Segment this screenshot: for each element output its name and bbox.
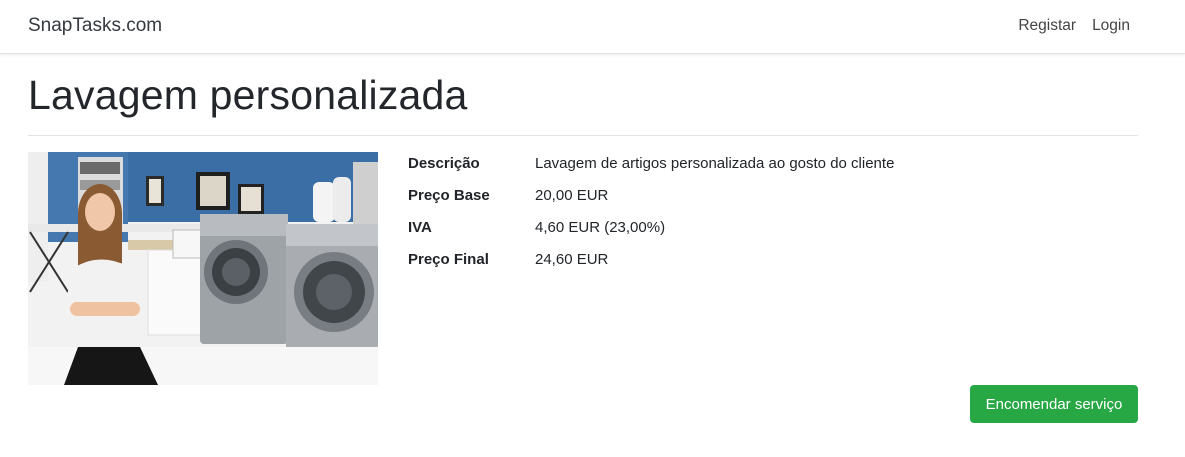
detail-value: 24,60 EUR (535, 251, 609, 268)
detail-value: 4,60 EUR (23,00%) (535, 219, 666, 236)
detail-value: Lavagem de artigos personalizada ao gost… (535, 155, 895, 172)
order-service-button[interactable]: Encomendar serviço (970, 385, 1138, 423)
navbar: SnapTasks.com Registar Login (0, 0, 1185, 54)
detail-label: IVA (408, 219, 432, 236)
title-divider (28, 135, 1138, 136)
detail-label: Preço Final (408, 251, 489, 268)
detail-label: Descrição (408, 155, 480, 172)
detail-value: 20,00 EUR (535, 187, 609, 204)
service-details: Descrição Lavagem de artigos personaliza… (408, 153, 894, 281)
page-title: Lavagem personalizada (28, 72, 468, 118)
detail-row-final-price: Preço Final 24,60 EUR (408, 249, 894, 281)
brand-link[interactable]: SnapTasks.com (28, 15, 162, 37)
register-link[interactable]: Registar (1018, 17, 1076, 35)
nav-links: Registar Login (1018, 17, 1130, 35)
detail-row-vat: IVA 4,60 EUR (23,00%) (408, 217, 894, 249)
login-link[interactable]: Login (1092, 17, 1130, 35)
service-photo (28, 152, 378, 385)
detail-row-base-price: Preço Base 20,00 EUR (408, 185, 894, 217)
detail-label: Preço Base (408, 187, 490, 204)
detail-row-description: Descrição Lavagem de artigos personaliza… (408, 153, 894, 185)
